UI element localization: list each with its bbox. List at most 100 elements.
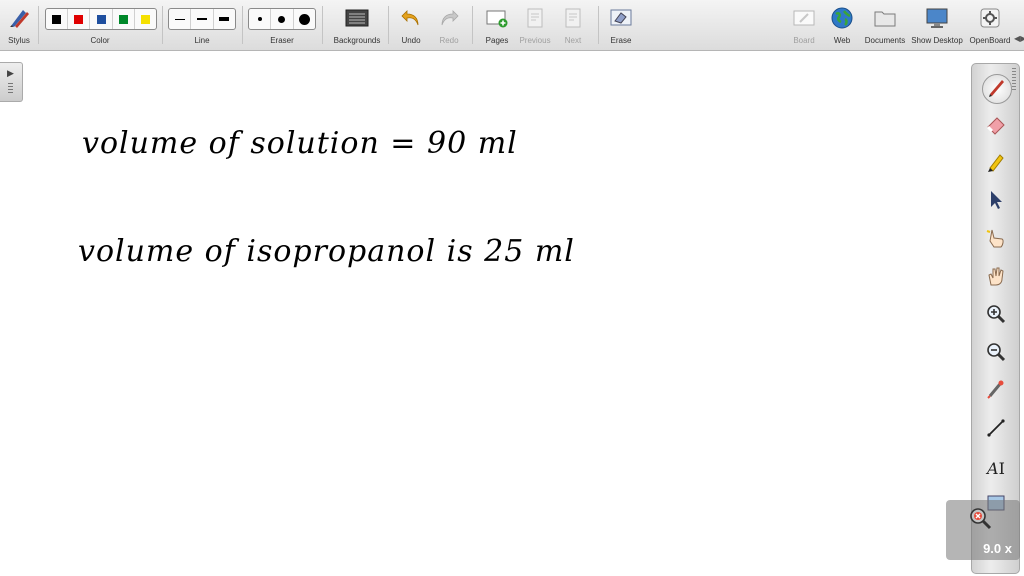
folder-icon xyxy=(873,6,897,30)
erase-all-button[interactable]: Erase xyxy=(604,0,638,50)
redo-button[interactable]: Redo xyxy=(434,0,464,50)
eraser-medium-option[interactable] xyxy=(271,9,294,29)
color-label: Color xyxy=(90,36,110,45)
next-page-icon xyxy=(561,6,585,30)
board-label: Board xyxy=(793,36,815,45)
color-red-swatch[interactable] xyxy=(68,9,91,29)
palette-grip-icon xyxy=(1012,68,1016,90)
pointing-hand-icon xyxy=(985,227,1007,254)
toolbar-divider xyxy=(322,6,323,44)
stylus-button[interactable]: Stylus xyxy=(2,0,36,50)
toolbar-divider xyxy=(598,6,599,44)
undo-label: Undo xyxy=(401,36,421,45)
color-blue-swatch[interactable] xyxy=(90,9,113,29)
previous-page-icon xyxy=(523,6,547,30)
color-green-swatch[interactable] xyxy=(113,9,135,29)
zoom-out-tool-button[interactable] xyxy=(982,340,1010,368)
color-black-swatch[interactable] xyxy=(46,9,69,29)
board-button[interactable]: Board xyxy=(788,0,820,50)
toolbar-divider xyxy=(162,6,163,44)
openboard-menu-button[interactable]: OpenBoard xyxy=(966,0,1014,50)
board-text-line-2: volume of isopropanol is 25 ml xyxy=(78,234,575,269)
openboard-label: OpenBoard xyxy=(969,36,1011,45)
gear-icon xyxy=(978,6,1002,30)
color-palette xyxy=(45,8,157,30)
zoom-in-icon xyxy=(985,303,1007,330)
backgrounds-button[interactable]: Backgrounds xyxy=(330,0,384,50)
toolbar-divider xyxy=(242,6,243,44)
zoom-level-text: 9.0 x xyxy=(983,541,1012,556)
show-desktop-button[interactable]: Show Desktop xyxy=(910,0,964,50)
line-thin-option[interactable] xyxy=(169,9,192,29)
eraser-large-option[interactable] xyxy=(294,9,315,29)
redo-icon xyxy=(437,6,461,30)
web-label: Web xyxy=(833,36,851,45)
laser-pointer-icon xyxy=(985,379,1007,406)
pages-label: Pages xyxy=(485,36,509,45)
hand-icon xyxy=(985,265,1007,292)
toolbar-divider xyxy=(472,6,473,44)
marker-icon xyxy=(985,151,1007,178)
line-icon xyxy=(985,417,1007,444)
laser-pointer-tool-button[interactable] xyxy=(982,378,1010,406)
erase-all-icon xyxy=(609,6,633,30)
line-width-selector xyxy=(168,8,236,30)
eraser-group: Eraser xyxy=(248,0,316,50)
expand-arrow-icon: ▶ xyxy=(7,68,14,78)
left-palette-tab[interactable]: ▶ xyxy=(0,62,23,102)
selector-tool-button[interactable] xyxy=(982,188,1010,216)
toolbar-scroll-arrows-icon[interactable]: ◀▶ xyxy=(1014,34,1024,43)
main-toolbar: Stylus Color Line Eraser Backgrounds Und… xyxy=(0,0,1024,51)
pen-tool-button[interactable] xyxy=(982,74,1012,104)
toolbar-divider xyxy=(388,6,389,44)
zoom-out-icon xyxy=(985,341,1007,368)
backgrounds-label: Backgrounds xyxy=(333,36,381,45)
board-icon xyxy=(792,6,816,30)
text-tool-button[interactable]: AI xyxy=(982,454,1010,482)
stylus-icon xyxy=(7,6,31,30)
undo-icon xyxy=(399,6,423,30)
backgrounds-icon xyxy=(345,6,369,30)
hand-tool-button[interactable] xyxy=(982,264,1010,292)
eraser-size-selector xyxy=(248,8,316,30)
globe-icon xyxy=(830,6,854,30)
documents-label: Documents xyxy=(864,36,906,45)
redo-label: Redo xyxy=(439,36,459,45)
right-tool-palette: AI xyxy=(971,63,1020,574)
show-desktop-label: Show Desktop xyxy=(911,36,963,45)
grip-icon xyxy=(8,83,13,93)
text-icon: AI xyxy=(987,458,1005,478)
line-tool-button[interactable] xyxy=(982,416,1010,444)
stylus-label: Stylus xyxy=(8,36,30,45)
undo-button[interactable]: Undo xyxy=(396,0,426,50)
toolbar-divider xyxy=(38,6,39,44)
marker-tool-button[interactable] xyxy=(982,150,1010,178)
eraser-tool-button[interactable] xyxy=(982,112,1010,140)
eraser-small-option[interactable] xyxy=(249,9,272,29)
pages-button[interactable]: Pages xyxy=(480,0,514,50)
previous-button[interactable]: Previous xyxy=(518,0,552,50)
color-group: Color xyxy=(44,0,157,50)
web-button[interactable]: Web xyxy=(826,0,858,50)
desktop-monitor-icon xyxy=(925,6,949,30)
interactor-tool-button[interactable] xyxy=(982,226,1010,254)
eraser-icon xyxy=(985,113,1007,140)
cursor-arrow-icon xyxy=(987,189,1005,216)
next-label: Next xyxy=(564,36,582,45)
line-thick-option[interactable] xyxy=(214,9,235,29)
zoom-indicator: 9.0 x xyxy=(946,500,1020,560)
previous-label: Previous xyxy=(519,36,551,45)
color-yellow-swatch[interactable] xyxy=(135,9,156,29)
zoom-in-tool-button[interactable] xyxy=(982,302,1010,330)
erase-label: Erase xyxy=(610,36,632,45)
pen-icon xyxy=(986,76,1008,103)
zoom-magnifier-icon xyxy=(968,506,994,537)
add-page-icon xyxy=(485,6,509,30)
line-medium-option[interactable] xyxy=(191,9,214,29)
documents-button[interactable]: Documents xyxy=(862,0,908,50)
next-button[interactable]: Next xyxy=(556,0,590,50)
line-group: Line xyxy=(168,0,236,50)
line-label: Line xyxy=(194,36,210,45)
board-text-line-1: volume of solution = 90 ml xyxy=(82,126,518,161)
eraser-label: Eraser xyxy=(270,36,294,45)
